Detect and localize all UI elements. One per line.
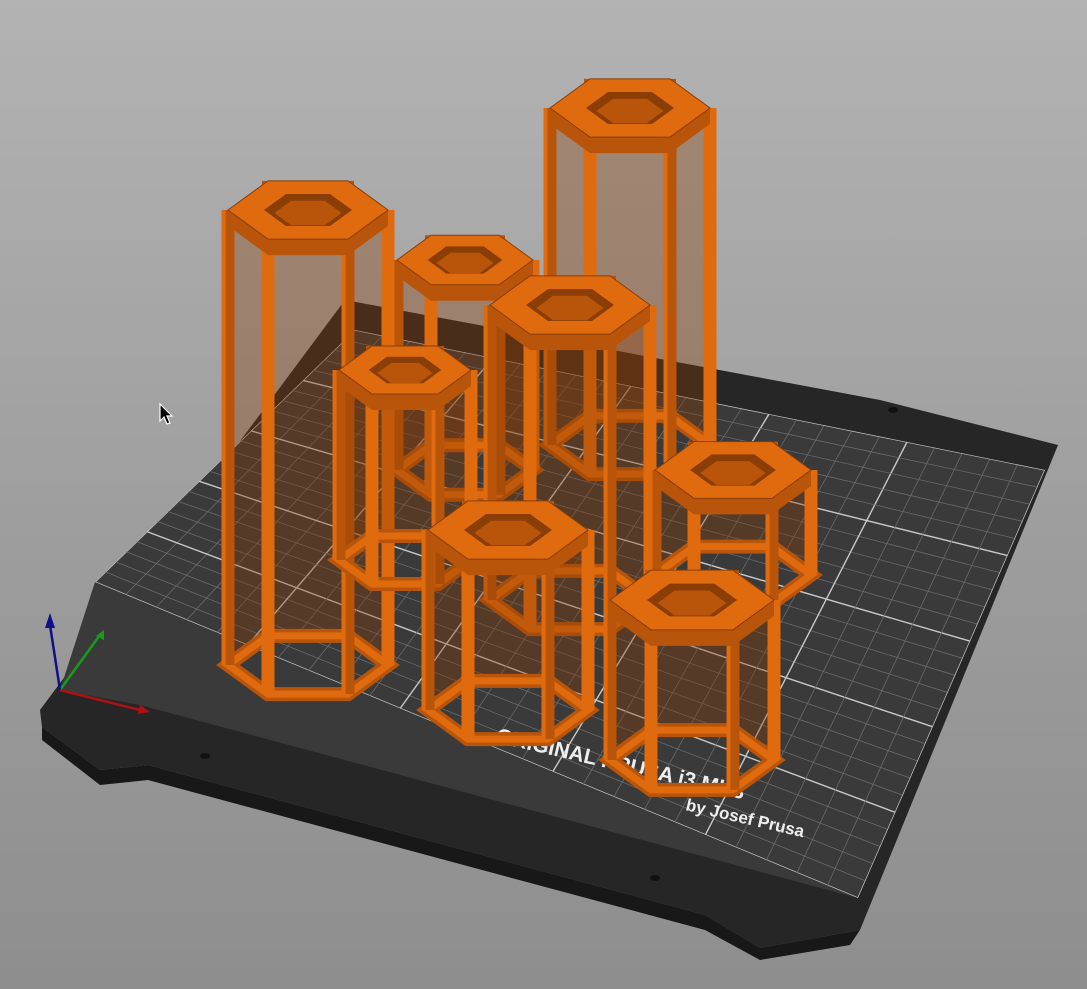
z-axis-arrow (45, 613, 55, 628)
3d-viewport[interactable]: ORIGINAL PRUSA i3 MK3 by Josef Prusa (0, 0, 1087, 989)
z-axis-line (48, 624, 62, 691)
bed-mount-hole (888, 407, 898, 413)
bed-mount-hole (650, 875, 660, 881)
build-plate-scene[interactable]: ORIGINAL PRUSA i3 MK3 by Josef Prusa (0, 0, 1087, 989)
bed-mount-hole (200, 753, 210, 759)
mouse-cursor-icon (159, 402, 174, 425)
